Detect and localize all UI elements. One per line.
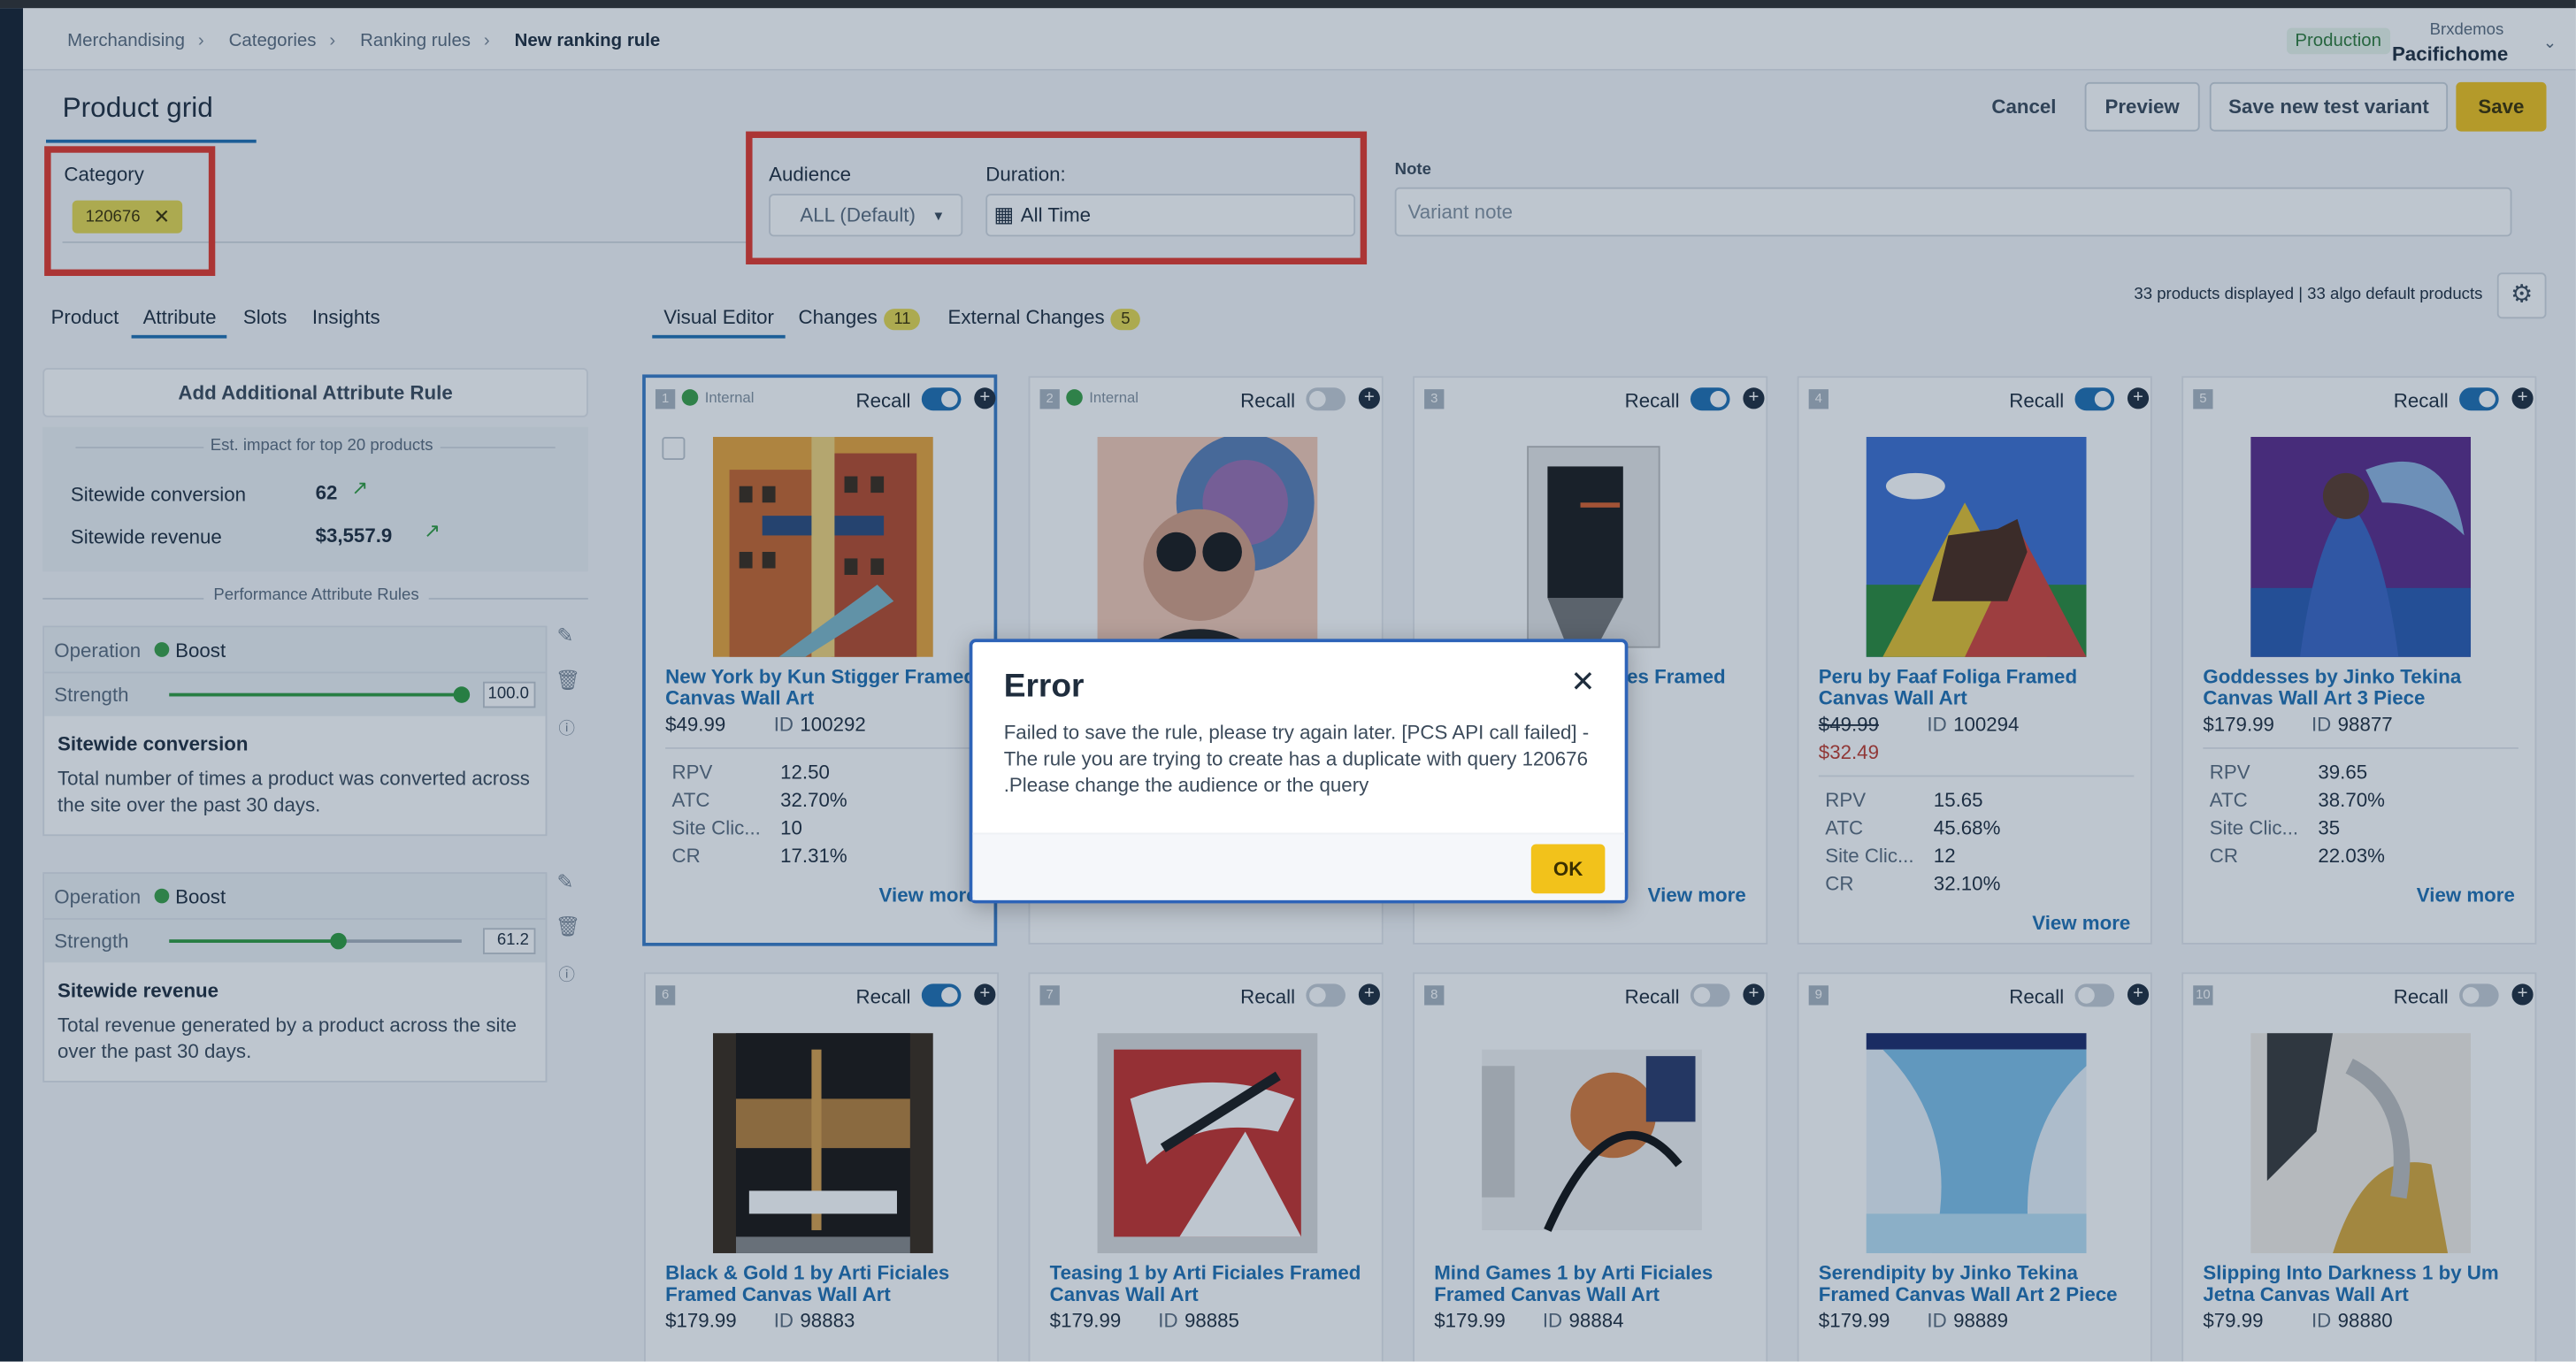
dialog-message: Failed to save the rule, please try agai… [1003,721,1590,797]
dialog-title: Error [1003,668,1085,705]
error-dialog: Error ✕ Failed to save the rule, please … [969,639,1629,904]
dialog-footer [972,832,1625,900]
close-icon[interactable]: ✕ [1570,665,1595,700]
app-window: Merchandising › Categories › Ranking rules… [0,0,2576,1362]
ok-button[interactable]: OK [1530,844,1606,894]
